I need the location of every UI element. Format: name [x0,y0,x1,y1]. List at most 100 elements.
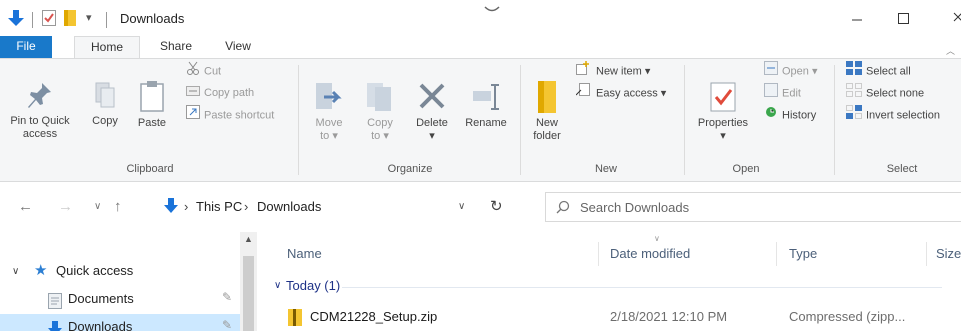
copy-path-button[interactable]: Copy path [186,83,254,103]
column-separator[interactable] [776,242,777,266]
new-item-label: New item [596,65,642,78]
nav-item-quick-access[interactable]: ∨ ★ Quick access [0,258,238,284]
column-header-date-modified[interactable]: Date modified [610,246,690,261]
ribbon-collapse-icon[interactable] [484,6,500,14]
recent-locations-caret[interactable]: ∨ [94,201,101,212]
scissors-icon [186,61,200,82]
address-row: ← → ∨ ↑ › This PC › Downloads ∨ ↻ Search… [0,182,961,232]
customize-toolbar-caret[interactable]: ▾ [86,11,92,24]
properties-check-icon[interactable] [42,10,56,29]
breadcrumb-separator[interactable]: › [244,199,248,214]
cut-label: Cut [204,65,222,78]
new-folder-button[interactable]: New folder [526,81,568,143]
group-separator [298,65,299,175]
column-separator[interactable] [926,242,927,266]
tab-file[interactable]: File [0,36,52,58]
minimize-button[interactable] [834,0,880,36]
breadcrumb-downloads[interactable]: Downloads [257,199,321,214]
nav-item-label: Quick access [56,263,134,278]
open-icon [764,61,778,82]
sort-indicator-icon: ∨ [654,234,660,243]
close-button[interactable] [926,0,961,36]
select-all-button[interactable]: Select all [846,61,911,81]
invert-selection-button[interactable]: Invert selection [846,105,940,125]
move-to-button[interactable]: Move to ▾ [306,81,352,143]
copy-button[interactable]: Copy [88,81,122,128]
pin-to-quick-access-button[interactable]: Pin to Quick access [0,81,80,141]
pin-icon [28,83,51,108]
column-separator[interactable] [598,242,599,266]
ribbon: Pin to Quick access Copy Paste Cut Copy … [0,58,961,182]
easy-access-icon [575,83,592,104]
copy-to-button[interactable]: Copy to ▾ [358,81,402,143]
file-name: CDM21228_Setup.zip [310,309,438,324]
copy-path-icon [186,83,200,103]
back-arrow-icon[interactable]: ← [18,198,33,215]
forward-arrow-icon[interactable]: → [58,198,73,215]
star-icon: ★ [34,262,48,279]
scroll-up-icon[interactable]: ▲ [244,234,253,244]
folder-icon[interactable] [64,10,76,29]
tab-share[interactable]: Share [152,36,200,58]
open-button[interactable]: Open ▾ [764,61,818,81]
edit-icon [764,83,778,104]
refresh-icon[interactable]: ↻ [490,197,503,215]
address-bar[interactable]: › This PC › Downloads ∨ ↻ [160,192,524,222]
history-button[interactable]: History [764,105,816,125]
breadcrumb-separator[interactable]: › [184,199,188,214]
chevron-down-icon[interactable]: ∨ [12,259,19,285]
nav-item-downloads[interactable]: Downloads ✎ [0,314,240,331]
edit-button[interactable]: Edit [764,83,801,103]
column-header-type[interactable]: Type [789,246,817,261]
pin-icon[interactable]: ✎ [222,312,232,331]
scrollbar-thumb[interactable] [243,256,254,331]
address-dropdown-icon[interactable]: ∨ [458,201,465,212]
cut-button[interactable]: Cut [186,61,221,81]
new-item-button[interactable]: New item ▾ [576,61,650,81]
breadcrumb-this-pc[interactable]: This PC [196,199,242,214]
file-type: Compressed (zipp... [789,309,906,324]
table-row[interactable]: CDM21228_Setup.zip 2/18/2021 12:10 PM Co… [262,304,961,330]
file-list: Name Date modified ∨ Type Size ∨ Today (… [262,232,961,331]
tab-home[interactable]: Home [74,36,140,59]
up-arrow-icon[interactable]: ↑ [114,198,122,215]
pin-icon[interactable]: ✎ [222,284,232,310]
group-header-today[interactable]: Today (1) [286,278,340,293]
search-input[interactable]: Search Downloads [545,192,961,222]
column-header-name[interactable]: Name [287,246,322,261]
window-title: Downloads [120,11,185,26]
select-group-label: Select [886,163,918,175]
ribbon-expand-icon[interactable]: ︿ [946,44,955,57]
maximize-button[interactable] [880,0,926,36]
nav-item-label: Documents [68,291,134,306]
history-icon [764,105,778,126]
edit-label: Edit [782,87,801,100]
properties-label: Properties [697,117,749,129]
delete-button[interactable]: Delete ▾ [410,81,454,143]
chevron-down-icon[interactable]: ∨ [274,280,281,291]
easy-access-button[interactable]: Easy access ▾ [575,83,666,104]
rename-button[interactable]: Rename [460,81,512,130]
paste-shortcut-button[interactable]: Paste shortcut [186,105,274,125]
new-item-icon [576,61,592,82]
easy-access-label: Easy access [596,87,658,100]
paste-icon [140,81,164,112]
history-label: History [782,109,817,122]
properties-button[interactable]: Properties ▾ [690,81,756,143]
nav-item-documents[interactable]: Documents ✎ [0,286,238,312]
organize-group-label: Organize [387,163,433,175]
rename-label: Rename [465,117,507,129]
invert-selection-label: Invert selection [866,109,940,122]
separator [106,12,107,28]
quick-access-arrow-icon[interactable] [8,10,24,31]
group-separator [684,65,685,175]
tab-view[interactable]: View [218,36,258,58]
paste-button[interactable]: Paste [134,81,170,130]
open-label: Open [782,65,809,78]
copy-to-label-2: to [371,130,381,142]
column-header-size[interactable]: Size [936,246,961,261]
move-to-label-2: to [320,130,330,142]
copy-path-label: Copy path [204,87,255,99]
clipboard-group-label: Clipboard [126,163,174,175]
select-none-button[interactable]: Select none [846,83,924,103]
